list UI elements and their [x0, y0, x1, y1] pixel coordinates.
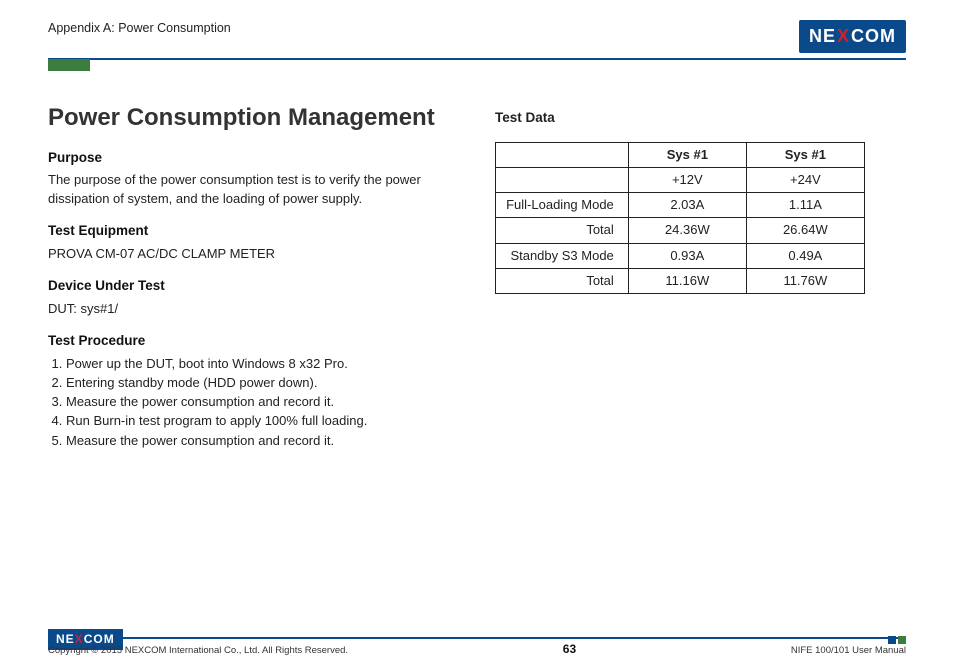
table-cell: 0.93A [628, 243, 746, 268]
table-header [496, 142, 629, 167]
equipment-text: PROVA CM-07 AC/DC CLAMP METER [48, 245, 459, 263]
equipment-heading: Test Equipment [48, 222, 459, 241]
purpose-text: The purpose of the power consumption tes… [48, 171, 459, 207]
table-cell: 24.36W [628, 218, 746, 243]
footer-copyright: Copyright © 2015 NEXCOM International Co… [48, 644, 348, 657]
header-rule [48, 58, 906, 60]
table-header: Sys #1 [746, 142, 864, 167]
logo-x-icon: X [837, 24, 850, 49]
table-cell: Total [496, 218, 629, 243]
table-cell: 26.64W [746, 218, 864, 243]
table-cell: 11.16W [628, 268, 746, 293]
table-cell: 0.49A [746, 243, 864, 268]
purpose-heading: Purpose [48, 149, 459, 168]
table-cell: +24V [746, 168, 864, 193]
dut-heading: Device Under Test [48, 277, 459, 296]
table-cell: +12V [628, 168, 746, 193]
page-title: Power Consumption Management [48, 101, 459, 135]
page-number: 63 [563, 641, 576, 658]
procedure-step: Entering standby mode (HDD power down). [66, 374, 459, 392]
table-cell: 2.03A [628, 193, 746, 218]
header-section: Appendix A: Power Consumption [48, 20, 231, 38]
brand-logo: NEXCOM [799, 20, 906, 53]
table-header: Sys #1 [628, 142, 746, 167]
section-tab-accent [48, 59, 90, 71]
table-cell: Standby S3 Mode [496, 243, 629, 268]
procedure-heading: Test Procedure [48, 332, 459, 351]
dut-text: DUT: sys#1/ [48, 300, 459, 318]
table-cell: 1.11A [746, 193, 864, 218]
procedure-step: Measure the power consumption and record… [66, 393, 459, 411]
procedure-list: Power up the DUT, boot into Windows 8 x3… [48, 355, 459, 450]
table-cell: 11.76W [746, 268, 864, 293]
procedure-step: Run Burn-in test program to apply 100% f… [66, 412, 459, 430]
footer-accent-icon [888, 636, 906, 644]
table-cell [496, 168, 629, 193]
testdata-table: Sys #1 Sys #1 +12V +24V Full-Loading Mod… [495, 142, 865, 294]
testdata-heading: Test Data [495, 109, 906, 128]
footer-manual-name: NIFE 100/101 User Manual [791, 644, 906, 657]
procedure-step: Measure the power consumption and record… [66, 432, 459, 450]
table-cell: Full-Loading Mode [496, 193, 629, 218]
table-cell: Total [496, 268, 629, 293]
procedure-step: Power up the DUT, boot into Windows 8 x3… [66, 355, 459, 373]
